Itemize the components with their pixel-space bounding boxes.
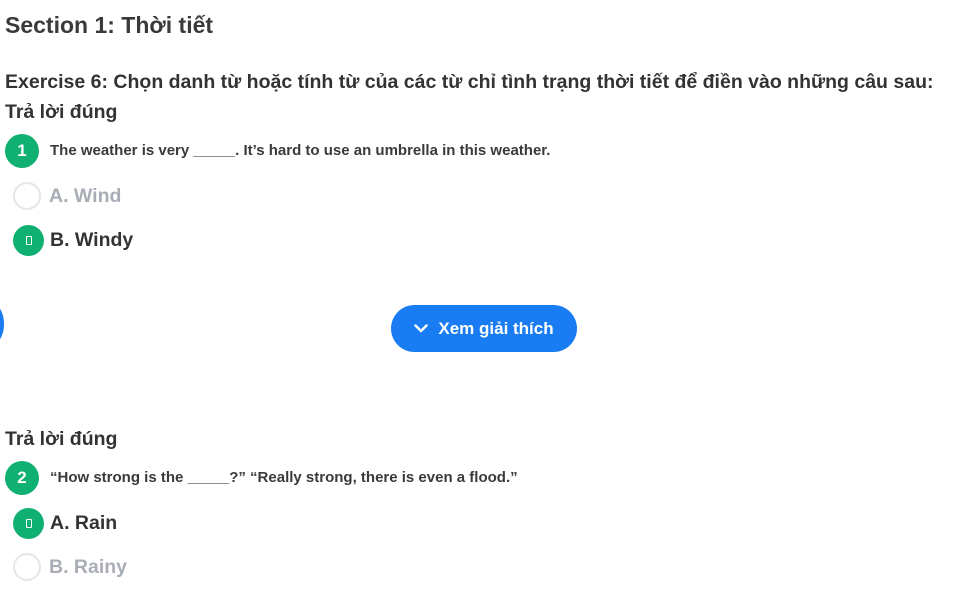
answer-status-label: Trả lời đúng — [5, 428, 118, 450]
check-icon — [13, 224, 44, 256]
option-label: B. Windy — [50, 228, 134, 251]
section-title: Section 1: Thời tiết — [5, 12, 214, 38]
answer-option-a[interactable]: A. Rain — [13, 506, 117, 540]
answer-status-label: Trả lời đúng — [5, 101, 118, 123]
show-explanation-button[interactable]: Xem giải thích — [391, 305, 577, 352]
answer-option-b[interactable]: B. Windy — [13, 223, 133, 257]
empty-radio-icon — [13, 553, 41, 581]
empty-radio-icon — [13, 182, 41, 210]
question-number-badge: 1 — [5, 134, 39, 168]
chevron-down-icon — [414, 324, 429, 333]
question-text: The weather is very _____. It’s hard to … — [50, 142, 551, 159]
answer-option-a[interactable]: A. Wind — [13, 179, 121, 213]
option-label: A. Rain — [50, 511, 118, 534]
option-label: B. Rainy — [49, 555, 128, 578]
question-number-badge: 2 — [5, 461, 39, 495]
side-tab-handle[interactable] — [0, 306, 4, 342]
question-text: “How strong is the _____?” “Really stron… — [50, 469, 518, 486]
option-label: A. Wind — [49, 184, 122, 207]
check-icon — [13, 507, 44, 539]
answer-option-b[interactable]: B. Rainy — [13, 550, 127, 584]
show-explanation-label: Xem giải thích — [438, 318, 554, 338]
exercise-title: Exercise 6: Chọn danh từ hoặc tính từ củ… — [5, 71, 934, 93]
